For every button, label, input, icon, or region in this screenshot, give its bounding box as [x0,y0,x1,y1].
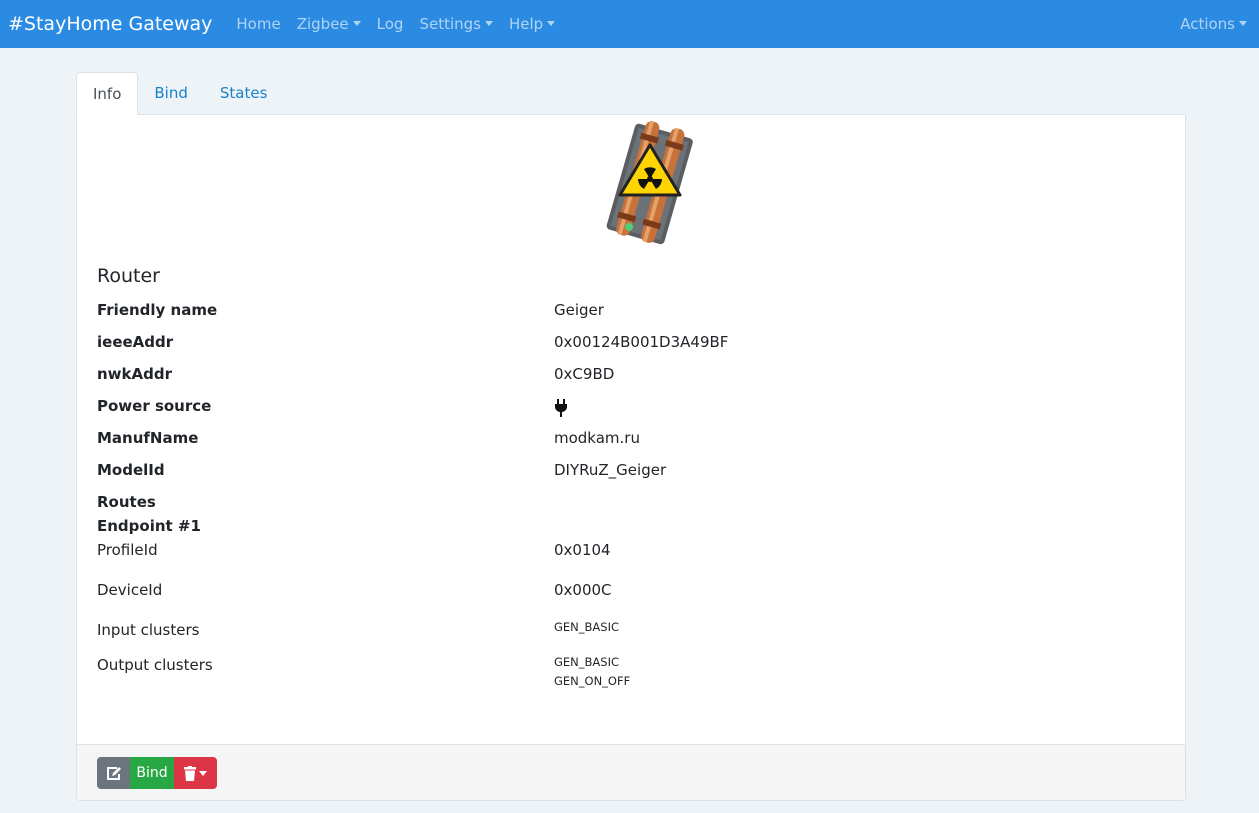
profile-id-value: 0x0104 [554,541,611,559]
delete-dropdown-button[interactable] [174,757,217,789]
nav-actions-label: Actions [1180,15,1235,33]
device-id-value: 0x000C [554,581,612,599]
trash-icon [184,765,196,781]
card-footer: Bind [77,744,1185,800]
nav-home-label: Home [236,15,281,33]
power-source-value [554,397,568,419]
profile-id-label: ProfileId [97,541,158,559]
device-type: Router [97,265,160,287]
edit-button[interactable] [97,757,130,789]
tab-states[interactable]: States [204,71,284,114]
brand[interactable]: #StayHome Gateway [8,13,212,35]
nav-actions-dropdown[interactable]: Actions [1172,15,1255,33]
friendly-name-value: Geiger [554,301,604,319]
ieee-addr-value: 0x00124B001D3A49BF [554,333,729,351]
main-container: Info Bind States Router Friendly name Ge… [76,71,1186,801]
action-button-group: Bind [97,757,217,789]
nwk-addr-value: 0xC9BD [554,365,615,383]
cluster-item: GEN_ON_OFF [554,674,631,688]
bind-button[interactable]: Bind [130,757,174,789]
caret-down-icon [352,20,361,26]
output-clusters-list: GEN_BASIC GEN_ON_OFF [554,653,630,691]
field-label: Friendly name [97,301,218,319]
caret-down-icon [547,20,556,26]
model-id-value: DIYRuZ_Geiger [554,461,667,479]
navbar: #StayHome Gateway Home Zigbee Log Settin… [0,0,1259,48]
device-info-card: Router Friendly name Geiger ieeeAddr 0x0… [76,114,1186,801]
nav-home[interactable]: Home [228,15,288,33]
field-label: ieeeAddr [97,333,174,351]
cluster-item: GEN_BASIC [554,620,620,634]
tab-bind[interactable]: Bind [138,71,204,114]
cluster-item: GEN_BASIC [554,655,620,669]
input-clusters-list: GEN_BASIC [554,618,619,637]
caret-down-icon [199,770,207,776]
nav-log[interactable]: Log [369,15,412,33]
routes-label: Routes [97,493,156,511]
tab-states-label: States [219,83,268,102]
output-clusters-label: Output clusters [97,656,213,674]
tab-info-label: Info [93,84,122,103]
edit-icon [106,766,121,780]
caret-down-icon [484,20,493,26]
tab-info[interactable]: Info [76,72,139,115]
field-label: nwkAddr [97,365,172,383]
endpoint-title: Endpoint #1 [97,517,201,535]
nav-help-label: Help [508,15,544,33]
bind-button-label: Bind [136,765,168,781]
device-id-label: DeviceId [97,581,163,599]
nav-zigbee-label: Zigbee [296,15,349,33]
input-clusters-label: Input clusters [97,621,200,639]
field-label: ManufName [97,429,199,447]
caret-down-icon [1239,20,1247,26]
tab-bar: Info Bind States [76,71,1186,115]
field-label: Power source [97,397,212,415]
nav-settings-dropdown[interactable]: Settings [411,15,501,33]
nav-help-dropdown[interactable]: Help [501,15,563,33]
field-label: ModelId [97,461,165,479]
nav-log-label: Log [376,15,404,33]
tab-bind-label: Bind [154,83,188,102]
nav-zigbee-dropdown[interactable]: Zigbee [289,15,369,33]
nav-settings-label: Settings [419,15,481,33]
geiger-counter-radiation-icon [606,120,693,245]
plug-icon [555,399,567,417]
manuf-name-value: modkam.ru [554,429,640,447]
